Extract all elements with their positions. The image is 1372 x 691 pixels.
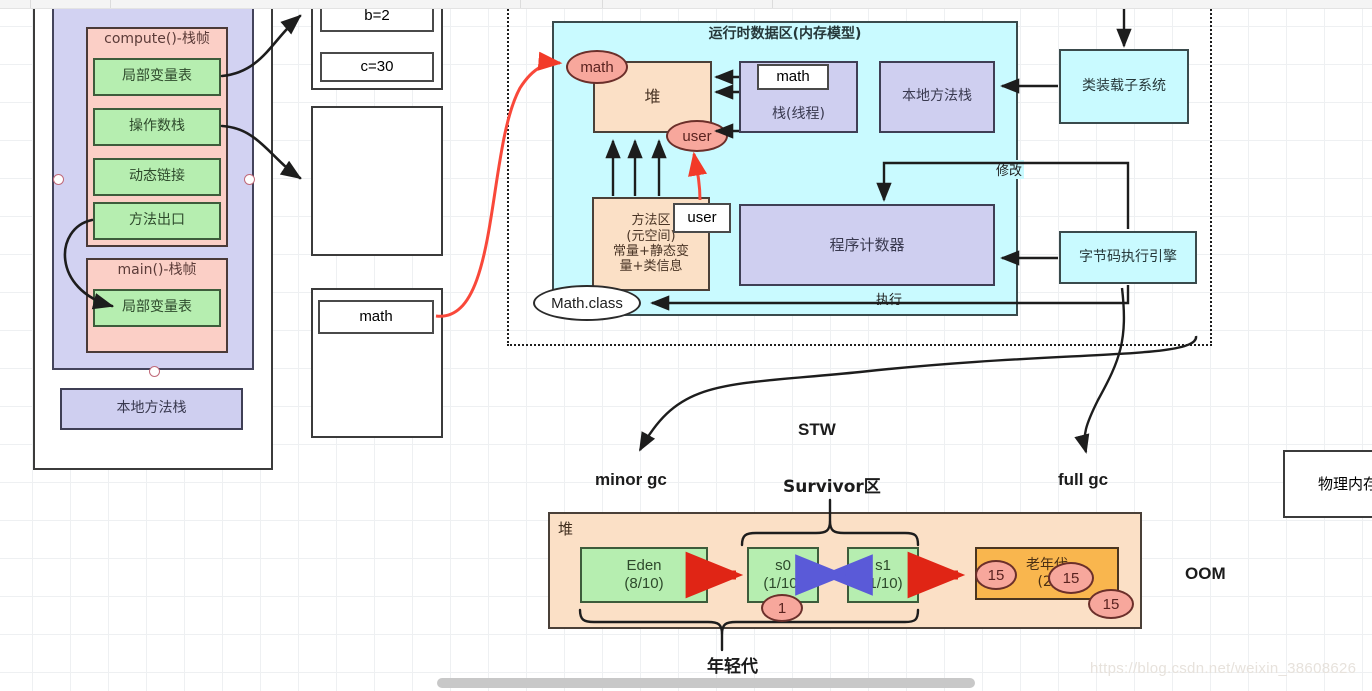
edge-label-modify: 修改 <box>994 160 1025 179</box>
connector-handle-right[interactable] <box>244 174 255 185</box>
connector-handle-left[interactable] <box>53 174 64 185</box>
age-badge-15-a: 15 <box>975 560 1017 590</box>
s1-region: s1 (1/10) <box>847 547 919 603</box>
method-area-user-ref: user <box>673 203 731 233</box>
compute-method-exit: 方法出口 <box>93 202 221 240</box>
s0-name: s0 <box>775 557 791 574</box>
eden-region: Eden (8/10) <box>580 547 708 603</box>
main-frame-title: main()-栈帧 <box>117 262 197 278</box>
class-loader-subsystem: 类装载子系统 <box>1059 49 1189 124</box>
runtime-data-area-title: 运行时数据区(内存模型) <box>708 26 862 42</box>
toolbar-seg <box>602 0 773 8</box>
var-slot-c: c=30 <box>320 52 434 82</box>
var-slot-math: math <box>318 300 434 334</box>
s1-ratio: (1/10) <box>863 575 903 592</box>
var-frame-empty <box>311 106 443 256</box>
compute-frame-title: compute()-栈帧 <box>104 31 210 47</box>
horizontal-scrollbar[interactable] <box>437 678 975 688</box>
age-badge-15-c: 15 <box>1088 589 1134 619</box>
heap-object-math: math <box>566 50 628 84</box>
native-method-stack-runtime: 本地方法栈 <box>879 61 995 133</box>
csdn-watermark: https://blog.csdn.net/weixin_38608626 <box>1090 660 1357 677</box>
full-gc-label: full gc <box>1058 470 1109 489</box>
eden-name: Eden <box>626 557 662 574</box>
compute-local-var-table: 局部变量表 <box>93 58 221 96</box>
method-area-line2: (元空间) <box>626 228 676 244</box>
gc-heap-label: 堆 <box>558 520 574 538</box>
s1-name: s1 <box>875 557 891 574</box>
toolbar-seg <box>30 0 111 8</box>
main-local-var-table: 局部变量表 <box>93 289 221 327</box>
bytecode-execution-engine: 字节码执行引擎 <box>1059 231 1197 284</box>
method-area-line1: 方法区 <box>631 213 671 229</box>
stw-label: STW <box>798 420 836 439</box>
age-badge-15-b: 15 <box>1048 562 1094 594</box>
age-badge-1: 1 <box>761 594 803 622</box>
physical-memory-label: 物理内存 <box>1317 474 1372 493</box>
eden-ratio: (8/10) <box>624 575 664 592</box>
toolbar-seg <box>520 0 603 8</box>
compute-operand-stack: 操作数栈 <box>93 108 221 146</box>
toolbar-seg <box>110 0 521 8</box>
math-class-bubble: Math.class <box>533 285 641 321</box>
compute-dynamic-link: 动态链接 <box>93 158 221 196</box>
method-area-line4: 量+类信息 <box>619 259 683 275</box>
survivor-label: Survivor区 <box>783 477 881 497</box>
stack-frame-math: math <box>757 64 829 90</box>
diagram-canvas: compute()-栈帧 局部变量表 操作数栈 动态链接 方法出口 main()… <box>0 0 1372 691</box>
physical-memory-box: 物理内存 <box>1283 450 1372 518</box>
top-toolbar-strip <box>0 0 1372 9</box>
oom-label: OOM <box>1185 564 1226 583</box>
connector-handle-bottom[interactable] <box>149 366 160 377</box>
native-method-stack-left: 本地方法栈 <box>60 388 243 430</box>
pc-register-region: 程序计数器 <box>739 204 995 286</box>
young-gen-label: 年轻代 <box>707 657 758 677</box>
edge-label-execute: 执行 <box>874 289 905 308</box>
s0-ratio: (1/10) <box>763 575 803 592</box>
minor-gc-label: minor gc <box>595 470 667 489</box>
method-area-line3: 常量+静态变 <box>613 244 689 259</box>
heap-object-user: user <box>666 120 728 152</box>
toolbar-seg <box>0 0 31 8</box>
